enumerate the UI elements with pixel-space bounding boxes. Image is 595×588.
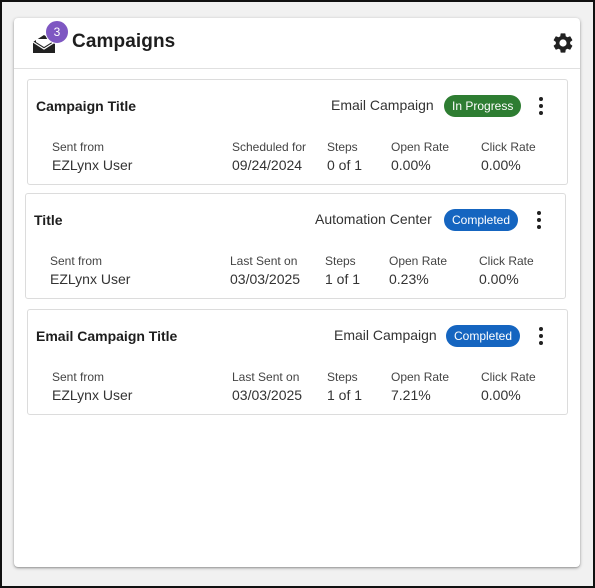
campaign-title: Campaign Title xyxy=(36,98,137,114)
date-value: 09/24/2024 xyxy=(232,157,303,173)
more-options-icon[interactable] xyxy=(535,95,547,117)
status-badge: Completed xyxy=(446,325,521,347)
campaigns-panel: 3 Campaigns Campaign Title Email Campaig… xyxy=(14,18,580,567)
date-label: Last Sent on xyxy=(230,254,298,268)
campaign-type: Email Campaign xyxy=(334,327,437,343)
campaign-type: Email Campaign xyxy=(331,97,434,113)
gear-icon[interactable] xyxy=(551,31,575,55)
campaign-card[interactable]: Campaign Title Email Campaign In Progres… xyxy=(27,79,568,185)
date-value: 03/03/2025 xyxy=(232,387,303,403)
window-frame: 3 Campaigns Campaign Title Email Campaig… xyxy=(0,0,595,588)
status-badge: In Progress xyxy=(444,95,522,117)
panel-title: Campaigns xyxy=(72,31,176,52)
sent-from-value: EZLynx User xyxy=(52,157,133,173)
sent-from-label: Sent from xyxy=(52,370,105,384)
click-rate-value: 0.00% xyxy=(479,271,519,287)
steps-value: 1 of 1 xyxy=(325,271,361,287)
campaign-type: Automation Center xyxy=(315,211,432,227)
date-label: Last Sent on xyxy=(232,370,300,384)
click-rate-value: 0.00% xyxy=(481,387,521,403)
campaign-card[interactable]: Email Campaign Title Email Campaign Comp… xyxy=(27,309,568,415)
steps-value: 1 of 1 xyxy=(327,387,363,403)
click-rate-label: Click Rate xyxy=(479,254,534,268)
open-rate-label: Open Rate xyxy=(391,370,450,384)
more-options-icon[interactable] xyxy=(535,325,547,347)
date-value: 03/03/2025 xyxy=(230,271,301,287)
click-rate-label: Click Rate xyxy=(481,370,536,384)
campaign-count-badge: 3 xyxy=(45,20,69,44)
more-options-icon[interactable] xyxy=(533,209,545,231)
status-badge: Completed xyxy=(444,209,519,231)
click-rate-label: Click Rate xyxy=(481,140,536,154)
sent-from-value: EZLynx User xyxy=(50,271,131,287)
open-rate-value: 0.23% xyxy=(389,271,429,287)
sent-from-label: Sent from xyxy=(52,140,105,154)
steps-label: Steps xyxy=(327,370,358,384)
sent-from-value: EZLynx User xyxy=(52,387,133,403)
steps-value: 0 of 1 xyxy=(327,157,363,173)
open-rate-value: 7.21% xyxy=(391,387,431,403)
click-rate-value: 0.00% xyxy=(481,157,521,173)
steps-label: Steps xyxy=(327,140,358,154)
campaign-title: Title xyxy=(34,212,63,228)
steps-label: Steps xyxy=(325,254,356,268)
date-label: Scheduled for xyxy=(232,140,307,154)
open-rate-label: Open Rate xyxy=(389,254,448,268)
open-rate-value: 0.00% xyxy=(391,157,431,173)
sent-from-label: Sent from xyxy=(50,254,103,268)
campaign-title: Email Campaign Title xyxy=(36,328,178,344)
open-rate-label: Open Rate xyxy=(391,140,450,154)
panel-header: 3 Campaigns xyxy=(14,18,580,69)
campaign-card[interactable]: Title Automation Center Completed Sent f… xyxy=(25,193,566,299)
